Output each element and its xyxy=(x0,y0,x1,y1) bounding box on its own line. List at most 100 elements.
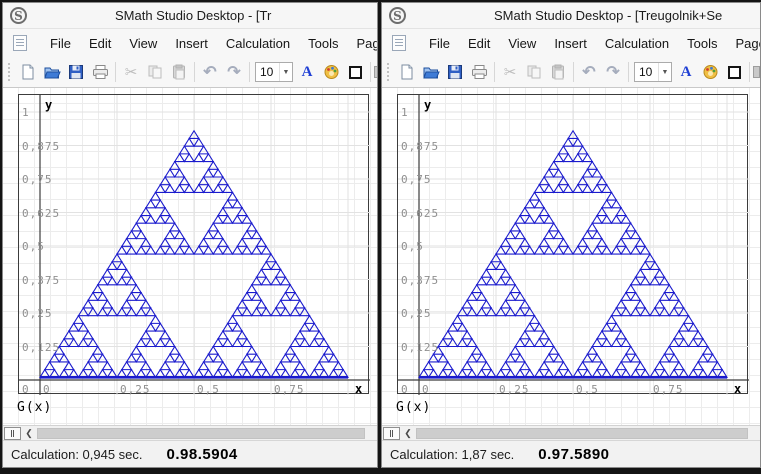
font-color-icon[interactable]: A xyxy=(674,60,698,84)
clipped-toolbar-icon[interactable] xyxy=(374,66,377,78)
menu-item-view[interactable]: View xyxy=(120,32,166,55)
result-value-label: 0.97.5890 xyxy=(538,446,609,463)
font-size-select[interactable]: 10 ▼ xyxy=(255,62,293,82)
font-size-value: 10 xyxy=(635,65,658,79)
undo-icon[interactable]: ↶ xyxy=(577,60,601,84)
x-tick-label: 0,75 xyxy=(274,383,305,396)
y-tick-label: 0,75 xyxy=(401,173,432,186)
smath-logo-icon: S xyxy=(389,7,406,24)
font-size-select[interactable]: 10 ▼ xyxy=(634,62,672,82)
chevron-down-icon[interactable]: ▼ xyxy=(658,63,671,81)
menu-item-file[interactable]: File xyxy=(41,32,80,55)
menu-item-edit[interactable]: Edit xyxy=(459,32,499,55)
open-icon[interactable] xyxy=(40,60,64,84)
print-icon[interactable] xyxy=(467,60,491,84)
scrollbar-thumb[interactable] xyxy=(416,428,748,439)
plot-region[interactable]: 10,8750,750,6250,50,3750,250,125000,250,… xyxy=(397,94,748,394)
calculation-time-label: Calculation: 1,87 sec. xyxy=(390,447,514,462)
new-icon[interactable] xyxy=(395,60,419,84)
menu-bar: FileEditViewInsertCalculationToolsPages xyxy=(382,29,760,57)
toolbar-separator xyxy=(494,62,495,82)
new-icon[interactable] xyxy=(16,60,40,84)
scroll-left-arrow-icon[interactable]: ❮ xyxy=(21,427,37,440)
toolbar-separator xyxy=(194,62,195,82)
font-color-icon[interactable]: A xyxy=(295,60,319,84)
print-icon[interactable] xyxy=(88,60,112,84)
x-tick-label: 0,25 xyxy=(499,383,530,396)
y-tick-label: 0,5 xyxy=(22,240,45,253)
smath-logo-icon: S xyxy=(10,7,27,24)
y-tick-label: 0,375 xyxy=(401,274,439,287)
save-icon[interactable] xyxy=(443,60,467,84)
y-tick-label: 0,125 xyxy=(401,341,439,354)
toolbar-separator xyxy=(749,62,750,82)
cut-icon[interactable]: ✂ xyxy=(119,60,143,84)
plot-function-caption[interactable]: G(x) xyxy=(17,400,52,415)
x-axis-title: x xyxy=(355,382,362,396)
x-axis-title: x xyxy=(734,382,741,396)
undo-icon[interactable]: ↶ xyxy=(198,60,222,84)
status-bar: Calculation: 1,87 sec. 0.97.5890 xyxy=(382,440,760,467)
plot-region[interactable]: 10,8750,750,6250,50,3750,250,125000,250,… xyxy=(18,94,369,394)
toolbar-separator xyxy=(370,62,371,82)
toolbar-separator xyxy=(628,62,629,82)
menu-item-view[interactable]: View xyxy=(499,32,545,55)
x-tick-label: 0 xyxy=(422,383,430,396)
toolbar-separator xyxy=(249,62,250,82)
menu-item-pages[interactable]: Pages xyxy=(727,32,761,55)
worksheet-canvas[interactable]: 10,8750,750,6250,50,3750,250,125000,250,… xyxy=(3,88,377,425)
menu-item-calculation[interactable]: Calculation xyxy=(217,32,299,55)
paste-icon[interactable] xyxy=(167,60,191,84)
plot-function-caption[interactable]: G(x) xyxy=(396,400,431,415)
y-tick-label: 0,25 xyxy=(22,307,53,320)
scroll-left-arrow-icon[interactable]: ❮ xyxy=(400,427,416,440)
y-tick-label: 0,875 xyxy=(22,140,60,153)
y-tick-label: 0,625 xyxy=(401,207,439,220)
border-icon[interactable] xyxy=(343,60,367,84)
open-icon[interactable] xyxy=(419,60,443,84)
y-tick-label: 1 xyxy=(22,106,30,119)
y-tick-label: 0,75 xyxy=(22,173,53,186)
menu-item-calculation[interactable]: Calculation xyxy=(596,32,678,55)
worksheet-canvas[interactable]: 10,8750,750,6250,50,3750,250,125000,250,… xyxy=(382,88,760,425)
y-tick-label: 0,25 xyxy=(401,307,432,320)
redo-icon[interactable]: ↷ xyxy=(601,60,625,84)
clipped-toolbar-icon[interactable] xyxy=(753,66,760,78)
cut-icon[interactable]: ✂ xyxy=(498,60,522,84)
menu-item-insert[interactable]: Insert xyxy=(545,32,596,55)
save-icon[interactable] xyxy=(64,60,88,84)
palette-icon[interactable] xyxy=(698,60,722,84)
paste-icon[interactable] xyxy=(546,60,570,84)
document-system-icon[interactable] xyxy=(13,35,27,51)
y-tick-label: 0,375 xyxy=(22,274,60,287)
toolbar-grip-handle[interactable] xyxy=(386,62,391,82)
horizontal-scrollbar: ❮ xyxy=(382,425,760,440)
window-title: SMath Studio Desktop - [Treugolnik+Se xyxy=(494,8,760,23)
title-bar[interactable]: S SMath Studio Desktop - [Treugolnik+Se xyxy=(382,3,760,29)
document-system-icon[interactable] xyxy=(392,35,406,51)
fractal-plot-svg xyxy=(19,95,370,395)
title-bar[interactable]: S SMath Studio Desktop - [Tr xyxy=(3,3,377,29)
menu-item-tools[interactable]: Tools xyxy=(299,32,347,55)
menu-item-pages[interactable]: Pages xyxy=(348,32,378,55)
menu-item-edit[interactable]: Edit xyxy=(80,32,120,55)
y-axis-title: y xyxy=(424,98,431,112)
app-window-left: S SMath Studio Desktop - [Tr FileEditVie… xyxy=(2,2,378,468)
copy-icon[interactable] xyxy=(522,60,546,84)
redo-icon[interactable]: ↷ xyxy=(222,60,246,84)
copy-icon[interactable] xyxy=(143,60,167,84)
y-tick-label: 0,625 xyxy=(22,207,60,220)
menu-item-tools[interactable]: Tools xyxy=(678,32,726,55)
toolbar-grip-handle[interactable] xyxy=(7,62,12,82)
x-tick-label: 0,25 xyxy=(120,383,151,396)
menu-item-file[interactable]: File xyxy=(420,32,459,55)
scrollbar-thumb[interactable] xyxy=(37,428,365,439)
chevron-down-icon[interactable]: ▼ xyxy=(279,63,292,81)
menu-item-insert[interactable]: Insert xyxy=(166,32,217,55)
border-icon[interactable] xyxy=(722,60,746,84)
toolbar-separator xyxy=(573,62,574,82)
palette-icon[interactable] xyxy=(319,60,343,84)
splitter-button[interactable] xyxy=(4,427,21,440)
y-tick-label: 0,875 xyxy=(401,140,439,153)
splitter-button[interactable] xyxy=(383,427,400,440)
